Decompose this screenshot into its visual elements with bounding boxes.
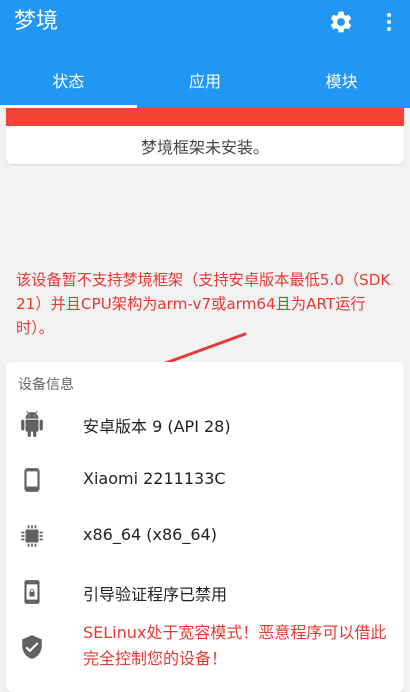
framework-status-card: 梦境框架未安装。	[6, 108, 404, 164]
list-item-cpu-arch: x86_64 (x86_64)	[6, 508, 404, 564]
tab-status[interactable]: 状态	[0, 62, 137, 108]
tab-bar: 状态 应用 模块	[0, 62, 410, 108]
list-item-android-version: 安卓版本 9 (API 28)	[6, 396, 404, 452]
list-item-device-model: Xiaomi 2211133C	[6, 452, 404, 508]
device-info-card: 设备信息 安卓版本 9 (API 28) Xiaomi 2211133C x86…	[6, 362, 404, 692]
gear-icon[interactable]	[328, 9, 354, 35]
framework-status-text: 梦境框架未安装。	[140, 138, 269, 157]
phone-lock-icon	[24, 580, 40, 604]
more-vert-icon[interactable]	[377, 10, 401, 34]
device-info-title: 设备信息	[18, 377, 74, 393]
tab-apps[interactable]: 应用	[137, 62, 274, 108]
app-title: 梦境	[14, 9, 59, 34]
list-item-selinux: SELinux处于宽容模式！恶意程序可以借此完全控制您的设备！	[6, 620, 404, 682]
android-version-text: 安卓版本 9 (API 28)	[83, 417, 231, 436]
selinux-warning-text: SELinux处于宽容模式！恶意程序可以借此完全控制您的设备！	[83, 623, 387, 668]
shield-icon	[22, 635, 42, 659]
device-model-text: Xiaomi 2211133C	[83, 469, 226, 488]
android-icon	[21, 411, 43, 437]
list-item-verified-boot: 引导验证程序已禁用	[6, 564, 404, 620]
chip-icon	[21, 525, 43, 547]
verified-boot-text: 引导验证程序已禁用	[83, 585, 228, 604]
unsupported-warning: 该设备暂不支持梦境框架（支持安卓版本最低5.0（SDK 21）并且CPU架构为a…	[16, 271, 391, 337]
tab-modules[interactable]: 模块	[273, 62, 410, 108]
cpu-arch-text: x86_64 (x86_64)	[83, 525, 217, 544]
status-bar	[6, 108, 404, 126]
phone-icon	[24, 468, 40, 492]
app-bar: 梦境 状态 应用 模块	[0, 0, 410, 108]
